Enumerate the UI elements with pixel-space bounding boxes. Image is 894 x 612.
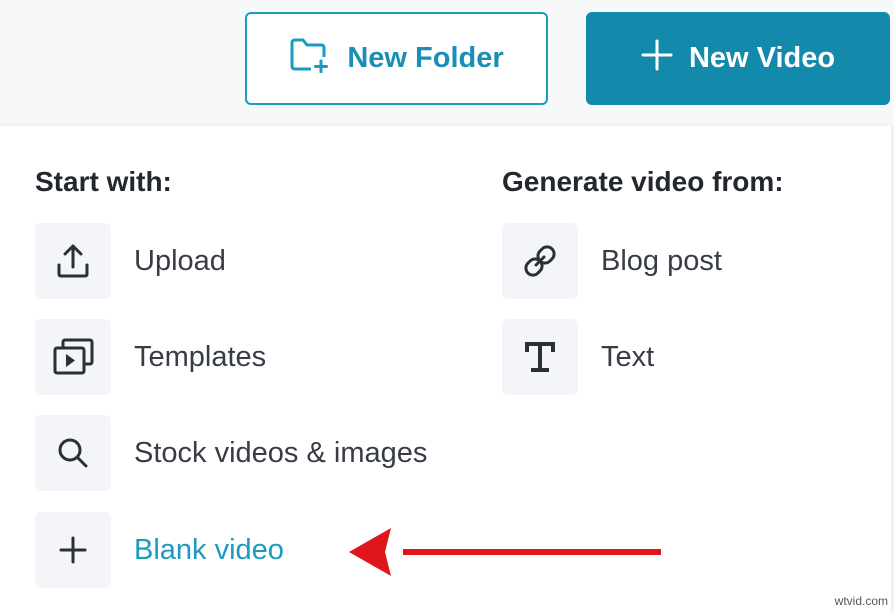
red-arrow-annotation [349, 528, 661, 576]
menu-item-blank-video[interactable]: Blank video [35, 512, 284, 588]
plus-icon [641, 39, 673, 79]
text-icon [502, 319, 578, 395]
generate-from-heading: Generate video from: [502, 166, 784, 197]
menu-item-label: Blank video [134, 533, 284, 566]
menu-item-label: Blog post [601, 244, 722, 277]
top-bar: New Folder New Video [0, 0, 894, 126]
start-with-heading: Start with: [35, 166, 172, 197]
new-folder-button[interactable]: New Folder [245, 12, 548, 105]
new-video-button[interactable]: New Video [586, 12, 890, 105]
menu-item-label: Templates [134, 340, 267, 373]
new-video-label: New Video [688, 42, 836, 74]
menu-item-label: Stock videos & images [134, 436, 428, 469]
menu-item-upload[interactable]: Upload [35, 223, 226, 299]
new-folder-label: New Folder [347, 42, 504, 74]
upload-icon [35, 223, 111, 299]
menu-item-stock[interactable]: Stock videos & images [35, 415, 427, 491]
watermark: wtvid.com [834, 594, 888, 608]
menu-item-templates[interactable]: Templates [35, 319, 266, 395]
menu-item-text[interactable]: Text [502, 319, 654, 395]
menu-item-blog-post[interactable]: Blog post [502, 223, 722, 299]
plus-icon [35, 512, 111, 588]
new-video-dropdown: Start with: Generate video from: Upload … [0, 126, 891, 612]
menu-item-label: Upload [134, 244, 226, 277]
link-icon [502, 223, 578, 299]
folder-plus-icon [289, 37, 329, 81]
search-icon [35, 415, 111, 491]
menu-item-label: Text [601, 340, 655, 373]
templates-icon [35, 319, 111, 395]
